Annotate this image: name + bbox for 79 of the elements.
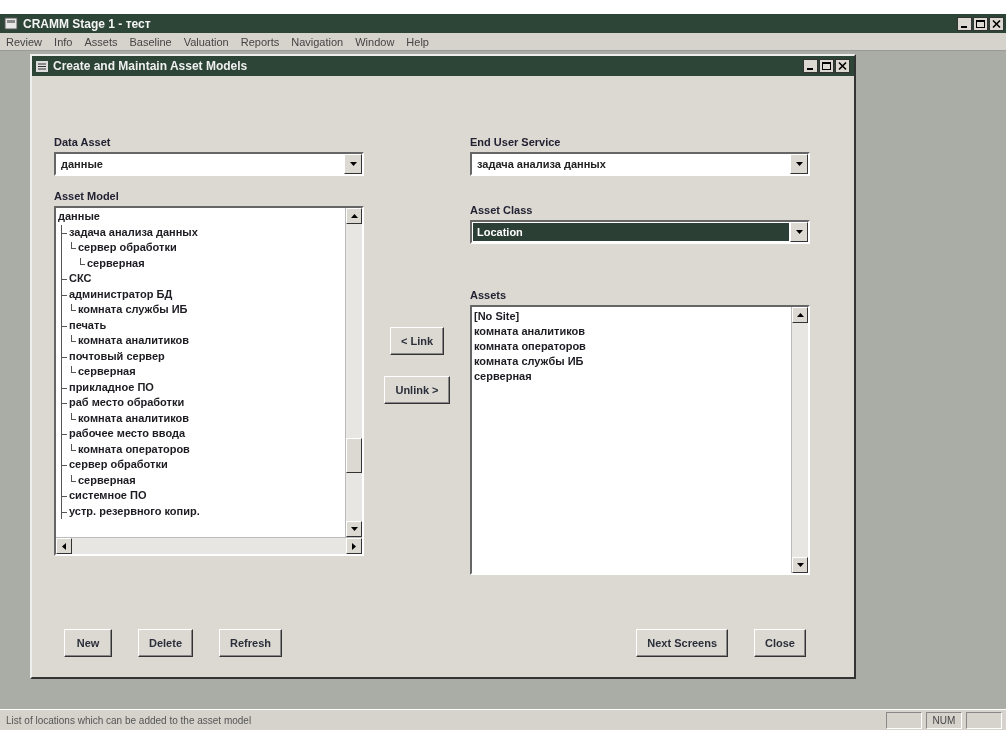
tree-item[interactable]: комната службы ИБ (78, 302, 188, 318)
tree-item[interactable]: устр. резервного копир. (69, 503, 200, 519)
dialog-button[interactable]: Unlink > (384, 376, 450, 404)
menu-item[interactable]: Help (406, 35, 429, 48)
tree-item[interactable]: серверная (78, 472, 136, 488)
list-item[interactable]: серверная (474, 369, 789, 384)
menu-item[interactable]: Baseline (129, 35, 172, 48)
dialog-button[interactable]: Delete (138, 629, 194, 657)
scroll-down-arrow-icon[interactable] (796, 563, 804, 567)
tree-item[interactable]: администратор БД (69, 286, 173, 302)
status-panel (886, 711, 922, 729)
minimize-icon[interactable] (803, 59, 818, 73)
tree-item[interactable]: сервер обработки (78, 240, 177, 256)
status-panel (966, 711, 1002, 729)
app-icon (4, 17, 18, 30)
vertical-scrollbar[interactable] (791, 307, 808, 573)
scroll-up-arrow-icon[interactable] (350, 214, 358, 218)
list-item[interactable]: комната операторов (474, 339, 789, 354)
tree-item[interactable]: раб место обработки (69, 395, 185, 411)
menu-item[interactable]: Navigation (291, 35, 344, 48)
scroll-right-arrow-icon[interactable] (352, 542, 356, 550)
close-icon[interactable] (835, 59, 850, 73)
dropdown-field[interactable]: Location (470, 220, 810, 244)
dropdown-field[interactable]: данные (54, 152, 364, 176)
tree-item[interactable]: почтовый сервер (69, 348, 165, 364)
tree-item[interactable]: задача анализа данных (69, 224, 198, 240)
tree-item[interactable]: серверная (87, 255, 145, 271)
tree-item[interactable]: серверная (78, 364, 136, 380)
dropdown-arrow-icon[interactable] (795, 162, 803, 166)
menu-item[interactable]: Reports (240, 35, 280, 48)
vertical-scrollbar[interactable] (345, 208, 362, 537)
tree-item[interactable]: печать (69, 317, 107, 333)
field-label: Assets (470, 289, 508, 301)
dialog-button[interactable]: Refresh (219, 629, 282, 657)
dropdown-arrow-icon[interactable] (349, 162, 357, 166)
list-item[interactable]: [No Site] (474, 309, 789, 324)
menu-item[interactable]: Info (54, 35, 73, 48)
dropdown-value: Location (473, 223, 789, 241)
dialog-button[interactable]: Next Screens (636, 629, 729, 657)
field-label: Asset Class (470, 204, 534, 216)
minimize-icon[interactable] (957, 16, 972, 31)
window-title: CRAMM Stage 1 - тест (23, 16, 152, 31)
tree-item[interactable]: комната аналитиков (78, 410, 189, 426)
dropdown-arrow-icon[interactable] (795, 230, 803, 234)
menu-item[interactable]: Window (355, 35, 395, 48)
scroll-left-arrow-icon[interactable] (62, 542, 66, 550)
field-label: End User Service (470, 136, 562, 148)
dialog-button[interactable]: < Link (389, 327, 445, 355)
list-item[interactable]: комната службы ИБ (474, 354, 789, 369)
close-icon[interactable] (989, 16, 1004, 31)
dropdown-value: данные (60, 157, 104, 172)
tree-item[interactable]: системное ПО (69, 488, 147, 504)
tree-item[interactable]: комната аналитиков (78, 333, 189, 349)
list-item[interactable]: комната аналитиков (474, 324, 789, 339)
menu-item[interactable]: Valuation (183, 35, 229, 48)
horizontal-scrollbar[interactable] (56, 537, 362, 554)
dropdown-value: задача анализа данных (476, 157, 607, 172)
maximize-icon[interactable] (819, 59, 834, 73)
tree-item[interactable]: сервер обработки (69, 457, 168, 473)
status-text: List of locations which can be added to the asset model (5, 714, 253, 726)
tree-item[interactable]: рабочее место ввода (69, 426, 186, 442)
menu-item[interactable]: Assets (84, 35, 118, 48)
menu-item[interactable]: Review (6, 35, 43, 48)
tree-item[interactable]: комната операторов (78, 441, 190, 457)
num-lock-indicator: NUM (926, 711, 962, 729)
tree-item[interactable]: данные (58, 209, 100, 225)
maximize-icon[interactable] (973, 16, 988, 31)
tree-item[interactable]: СКС (69, 271, 92, 287)
field-label: Asset Model (54, 190, 120, 202)
scroll-thumb[interactable] (346, 437, 362, 474)
dropdown-field[interactable]: задача анализа данных (470, 152, 810, 176)
dialog-button[interactable]: Close (754, 629, 806, 657)
tree-item[interactable]: прикладное ПО (69, 379, 154, 395)
scroll-down-arrow-icon[interactable] (350, 527, 358, 531)
dialog-button[interactable]: New (64, 629, 112, 657)
list-icon (36, 60, 48, 72)
field-label: Data Asset (54, 136, 112, 148)
dialog-title: Create and Maintain Asset Models (53, 59, 249, 73)
scroll-up-arrow-icon[interactable] (796, 313, 804, 317)
